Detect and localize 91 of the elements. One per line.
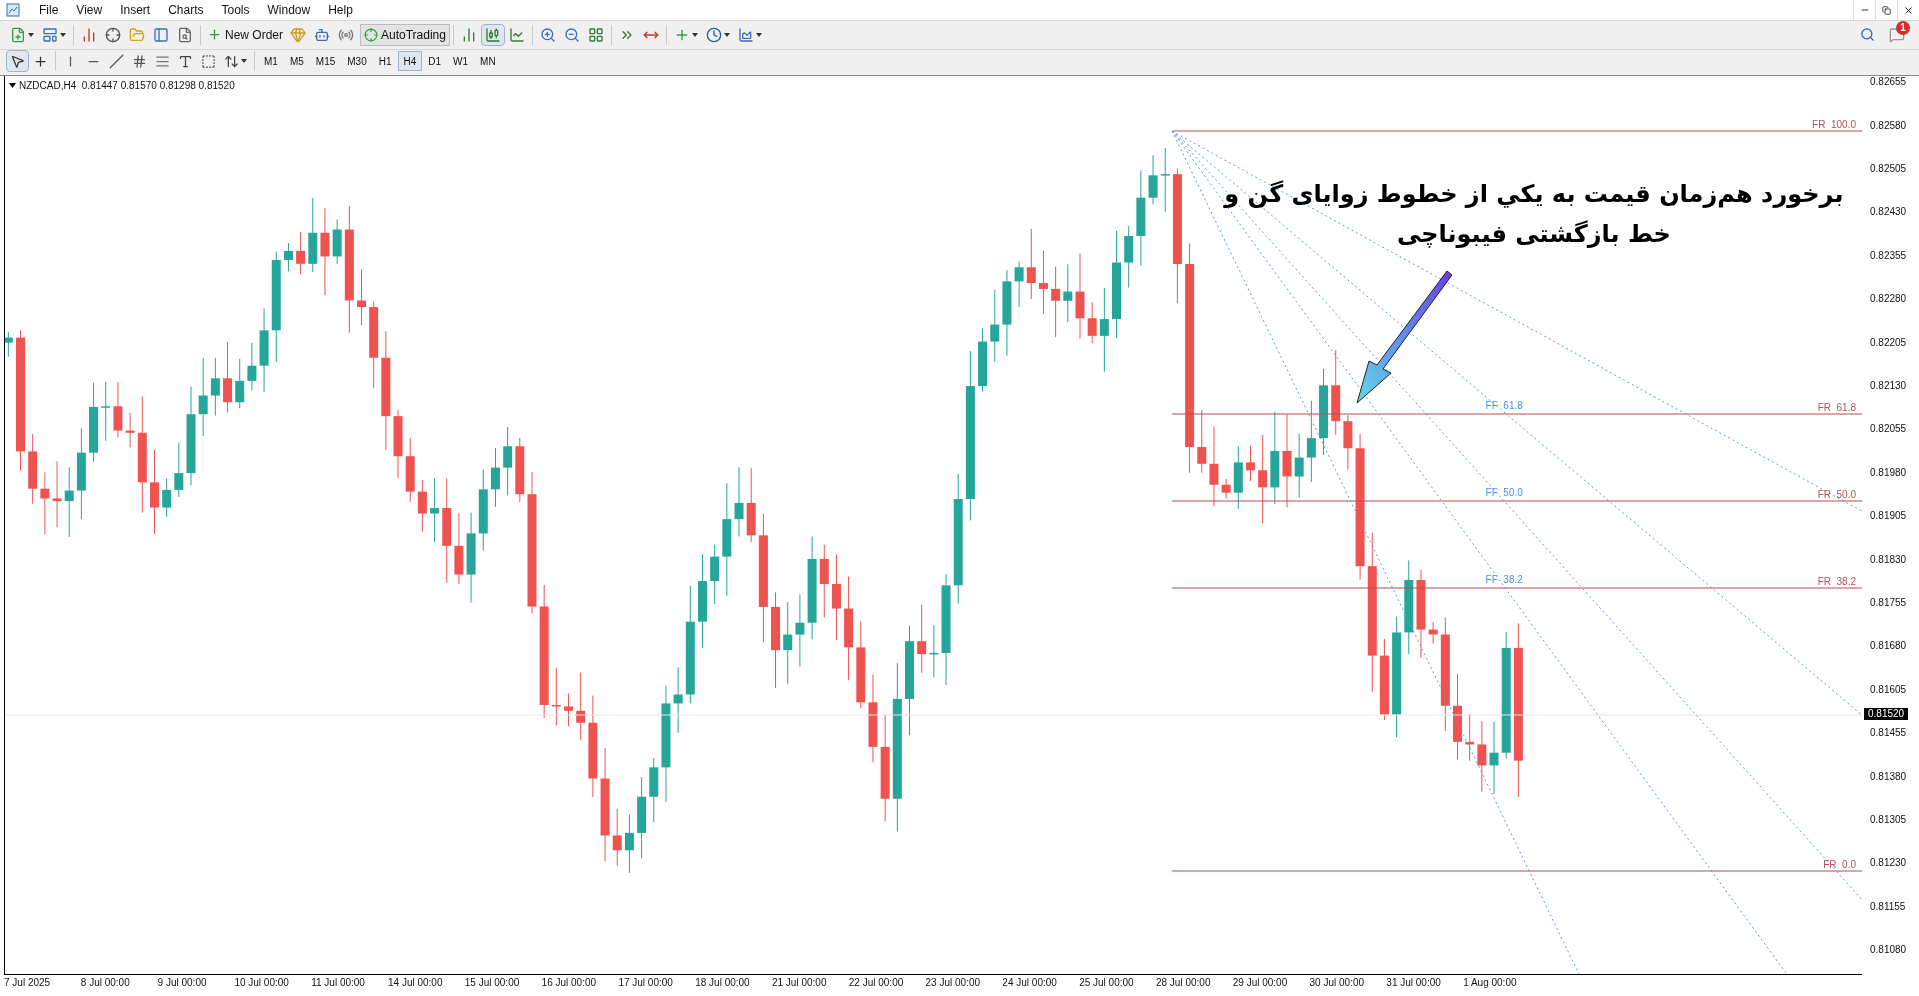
price-axis-label: 0.81380 — [1869, 770, 1908, 783]
fibonacci-level-label: FR 38.2 — [1817, 574, 1856, 589]
caret-icon — [691, 32, 698, 37]
price-axis-label: 0.81980 — [1869, 466, 1908, 479]
fibonacci-level-label: FR 61.8 — [1817, 400, 1856, 415]
chart-template-icon — [737, 26, 754, 43]
price-axis-label: 0.82355 — [1869, 249, 1908, 262]
time-axis-label: 31 Jul 00:00 — [1386, 976, 1442, 991]
caret-icon — [755, 32, 762, 37]
time-axis-label: 14 Jul 00:00 — [388, 976, 444, 991]
menu-item[interactable]: File — [30, 1, 68, 19]
fan-level-label: FF 50.0 — [1485, 485, 1523, 500]
cursor-icon[interactable] — [6, 50, 29, 73]
time-axis-label: 25 Jul 00:00 — [1079, 976, 1135, 991]
price-axis-label: 0.82430 — [1869, 206, 1908, 219]
fan-level-label: FF 38.2 — [1485, 572, 1523, 587]
price-axis-label: 0.81830 — [1869, 553, 1908, 566]
price-axis-label: 0.81455 — [1869, 727, 1908, 740]
time-axis-label: 11 Jul 00:00 — [311, 976, 366, 991]
notification-badge: 1 — [1896, 20, 1910, 35]
price-axis-label: 0.81080 — [1869, 944, 1908, 957]
fibonacci-level-label: FR 100.0 — [1812, 118, 1856, 133]
time-axis-label: 1 Aug 00:00 — [1463, 976, 1518, 991]
time-axis-label: 23 Jul 00:00 — [925, 976, 982, 991]
time-axis-label: 10 Jul 00:00 — [234, 976, 290, 991]
price-axis-label: 0.82655 — [1869, 76, 1908, 89]
menu-item[interactable]: View — [67, 1, 112, 19]
close-icon — [1903, 4, 1914, 16]
timeframe-button[interactable]: MN — [474, 51, 502, 72]
price-axis-label: 0.81605 — [1869, 683, 1908, 696]
menu-item[interactable]: Tools — [212, 1, 259, 19]
price-axis-label: 0.82280 — [1869, 293, 1908, 306]
caret-icon — [241, 59, 247, 64]
price-axis-label: 0.82580 — [1869, 119, 1908, 132]
price-axis-label: 0.82055 — [1869, 423, 1908, 436]
symbol-info: NZDCAD,H4 0.81447 0.81570 0.81298 0.81520 — [19, 79, 235, 94]
search-icon[interactable] — [1860, 27, 1875, 43]
caret-icon — [723, 32, 730, 37]
time-axis-label: 17 Jul 00:00 — [618, 976, 674, 991]
time-axis-label: 24 Jul 00:00 — [1002, 976, 1058, 991]
time-axis-label: 28 Jul 00:00 — [1155, 976, 1212, 991]
price-axis-label: 0.81680 — [1869, 640, 1908, 653]
time-axis-label: 29 Jul 00:00 — [1232, 976, 1289, 991]
caret-icon — [60, 32, 66, 37]
price-axis-label: 0.81155 — [1869, 900, 1907, 913]
timeframe-button[interactable]: H4 — [397, 51, 423, 72]
time-axis-label: 8 Jul 00:00 — [80, 976, 131, 991]
timeframe-button[interactable]: M30 — [341, 51, 373, 72]
menu-item[interactable]: Help — [319, 1, 362, 19]
caret-icon — [28, 32, 34, 37]
timeframe-button[interactable]: M5 — [283, 51, 310, 72]
time-axis-label: 16 Jul 00:00 — [541, 976, 598, 991]
plus-icon — [207, 27, 222, 43]
annotation-text: برخورد هم‌زمان قیمت به یکي از خطوط زوایای گن و خط بازگشتی فیبوناچی — [1222, 179, 1845, 251]
new-chart-icon — [10, 26, 26, 43]
time-axis-label: 18 Jul 00:00 — [695, 976, 751, 991]
menu-item[interactable]: Insert — [111, 1, 160, 19]
candlestick-icon[interactable] — [480, 23, 505, 46]
menu-item[interactable]: Window — [258, 1, 320, 19]
price-axis-label: 0.82130 — [1869, 380, 1908, 392]
price-axis-label: 0.82505 — [1869, 163, 1908, 176]
menu-item[interactable]: Charts — [159, 1, 213, 19]
crosshair-icon — [364, 27, 378, 42]
time-axis-label: 21 Jul 00:00 — [771, 976, 828, 991]
profiles-icon — [42, 26, 58, 43]
restore-icon — [1882, 5, 1891, 15]
time-axis-label: 22 Jul 00:00 — [848, 976, 905, 991]
timeframe-button[interactable]: W1 — [447, 51, 475, 72]
timeframe-button[interactable]: M1 — [258, 51, 284, 72]
price-axis-label: 0.81305 — [1869, 813, 1908, 826]
current-price-label: 0.81520 — [1864, 707, 1909, 720]
timeframe-button[interactable]: M15 — [309, 51, 342, 72]
fibonacci-level-label: FR 0.0 — [1823, 858, 1856, 873]
price-axis-label: 0.81905 — [1869, 510, 1908, 523]
timeframe-button[interactable]: H1 — [372, 51, 398, 72]
fan-level-label: FF 61.8 — [1485, 398, 1523, 413]
time-axis-label: 15 Jul 00:00 — [464, 976, 521, 991]
new-order-button[interactable]: New Order — [204, 23, 286, 46]
dropdown-triangle-icon[interactable] — [9, 83, 16, 89]
app-icon — [6, 3, 20, 17]
time-axis-label: 7 Jul 2025 — [4, 976, 52, 991]
clock-icon — [705, 26, 722, 43]
price-axis-label: 0.81755 — [1869, 596, 1908, 609]
price-axis-label: 0.82205 — [1869, 336, 1908, 349]
price-axis-label: 0.81230 — [1869, 857, 1908, 870]
timeframe-button[interactable]: D1 — [422, 51, 448, 72]
time-axis-label: 30 Jul 00:00 — [1309, 976, 1366, 991]
time-axis-label: 9 Jul 00:00 — [157, 976, 208, 991]
arrows-icon — [224, 53, 239, 69]
fibonacci-level-label: FR 50.0 — [1817, 487, 1856, 502]
auto-trading-button[interactable]: AutoTrading — [360, 23, 450, 46]
